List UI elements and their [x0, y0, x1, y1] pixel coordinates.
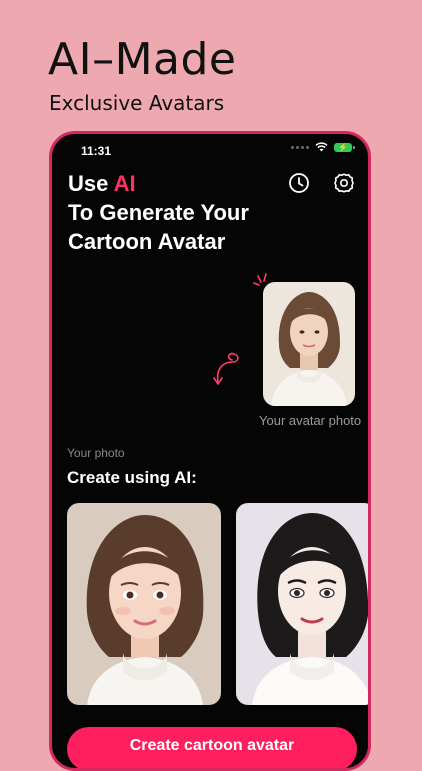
headline-line-3: Cartoon Avatar — [68, 229, 226, 254]
promo-title: AI–Made — [48, 34, 237, 85]
status-bar: 11:31 ⚡ — [52, 134, 368, 164]
phone-frame: 11:31 ⚡ Use AI To Generate Your Cartoon … — [49, 131, 371, 771]
headline-line-2: To Generate Your — [68, 200, 249, 225]
style-card-sketch[interactable] — [236, 503, 368, 705]
avatar-caption: Your avatar photo — [259, 413, 362, 428]
clock-icon[interactable] — [288, 172, 310, 194]
headline-accent: AI — [113, 171, 136, 196]
wifi-icon — [315, 142, 328, 152]
headline-prefix: Use — [68, 171, 109, 196]
style-card-soft[interactable] — [67, 503, 221, 705]
status-time: 11:31 — [81, 144, 112, 158]
signal-dots-icon — [291, 145, 309, 149]
create-cartoon-avatar-button[interactable]: Create cartoon avatar — [67, 727, 357, 768]
create-using-ai-label: Create using AI: — [67, 468, 197, 487]
headline: Use AI To Generate Your Cartoon Avatar — [68, 169, 249, 256]
promo-subtitle: Exclusive Avatars — [49, 91, 225, 115]
gear-icon[interactable] — [333, 172, 355, 194]
your-photo-label: Your photo — [67, 446, 125, 460]
battery-charging-icon: ⚡ — [334, 142, 355, 152]
status-icons: ⚡ — [291, 142, 355, 152]
curved-arrow-icon — [213, 352, 239, 385]
avatar-photo — [263, 282, 355, 406]
